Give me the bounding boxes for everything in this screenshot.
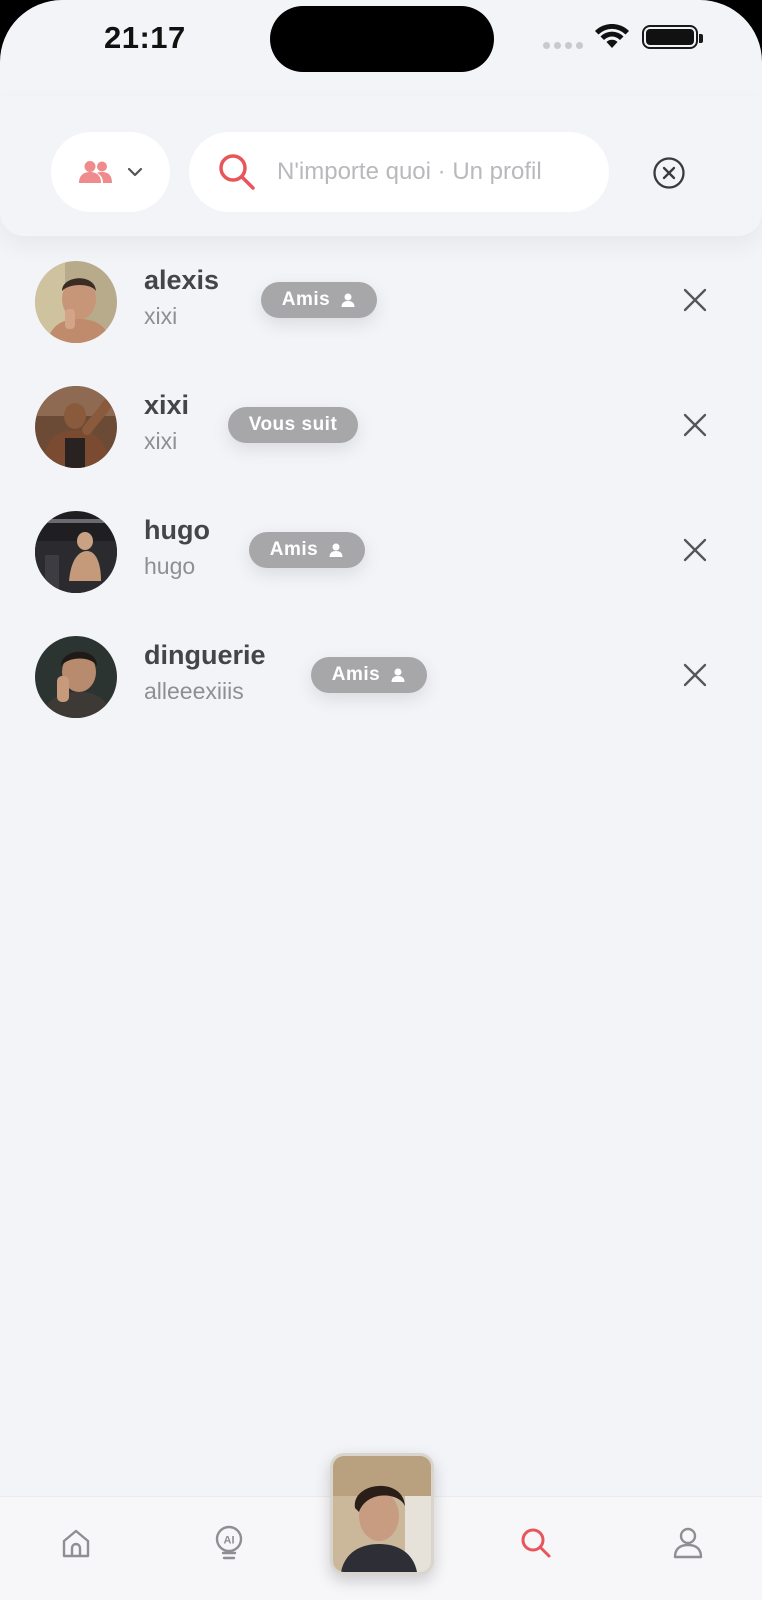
clear-search-icon[interactable]: [652, 156, 686, 190]
camera-preview[interactable]: [330, 1453, 434, 1575]
search-screen: 21:17 N'importe quoi · Un profil alexis …: [0, 0, 762, 1600]
avatar[interactable]: [35, 511, 117, 593]
profile-name: xixi: [144, 390, 190, 420]
avatar[interactable]: [35, 261, 117, 343]
profile-handle: hugo: [144, 553, 196, 579]
battery-icon: [642, 25, 703, 49]
status-time: 21:17: [104, 20, 186, 55]
profile-name: alexis: [144, 265, 220, 295]
cellular-signal-icon: [543, 42, 583, 49]
list-item[interactable]: dinguerie alleeexiiis Amis: [0, 626, 762, 726]
badge-label: Amis: [331, 664, 381, 685]
dynamic-island: [270, 6, 494, 72]
search-bar[interactable]: [189, 132, 609, 212]
follow-status-badge: Vous suit: [228, 407, 358, 443]
search-icon: [219, 154, 255, 190]
friend-status-badge: Amis: [311, 657, 427, 693]
badge-label: Vous suit: [248, 414, 338, 435]
chevron-down-icon: [127, 167, 142, 177]
search-input[interactable]: [277, 158, 587, 186]
profile-name: dinguerie: [144, 640, 266, 670]
remove-result-icon[interactable]: [682, 412, 708, 438]
list-item[interactable]: hugo hugo Amis: [0, 501, 762, 601]
people-icon: [78, 161, 112, 183]
list-item[interactable]: alexis xixi Amis: [0, 251, 762, 351]
home-icon[interactable]: [56, 1523, 96, 1563]
profile-name: hugo: [144, 515, 210, 545]
ai-bulb-icon[interactable]: AI: [209, 1523, 249, 1563]
person-icon: [329, 543, 343, 557]
person-icon: [391, 668, 405, 682]
profile-icon[interactable]: [668, 1523, 708, 1563]
avatar[interactable]: [35, 386, 117, 468]
badge-label: Amis: [269, 539, 319, 560]
search-header: [0, 96, 762, 236]
avatar[interactable]: [35, 636, 117, 718]
search-tab-icon[interactable]: [516, 1523, 556, 1563]
list-item[interactable]: xixi xixi Vous suit: [0, 376, 762, 476]
badge-label: Amis: [281, 289, 331, 310]
filter-dropdown-button[interactable]: [51, 132, 170, 212]
profile-handle: alleeexiiis: [144, 678, 244, 704]
wifi-icon: [595, 24, 629, 48]
profile-handle: xixi: [144, 303, 178, 329]
person-icon: [341, 293, 355, 307]
remove-result-icon[interactable]: [682, 662, 708, 688]
svg-text:AI: AI: [224, 1535, 235, 1547]
profile-handle: xixi: [144, 428, 178, 454]
friend-status-badge: Amis: [261, 282, 377, 318]
remove-result-icon[interactable]: [682, 287, 708, 313]
friend-status-badge: Amis: [249, 532, 365, 568]
remove-result-icon[interactable]: [682, 537, 708, 563]
